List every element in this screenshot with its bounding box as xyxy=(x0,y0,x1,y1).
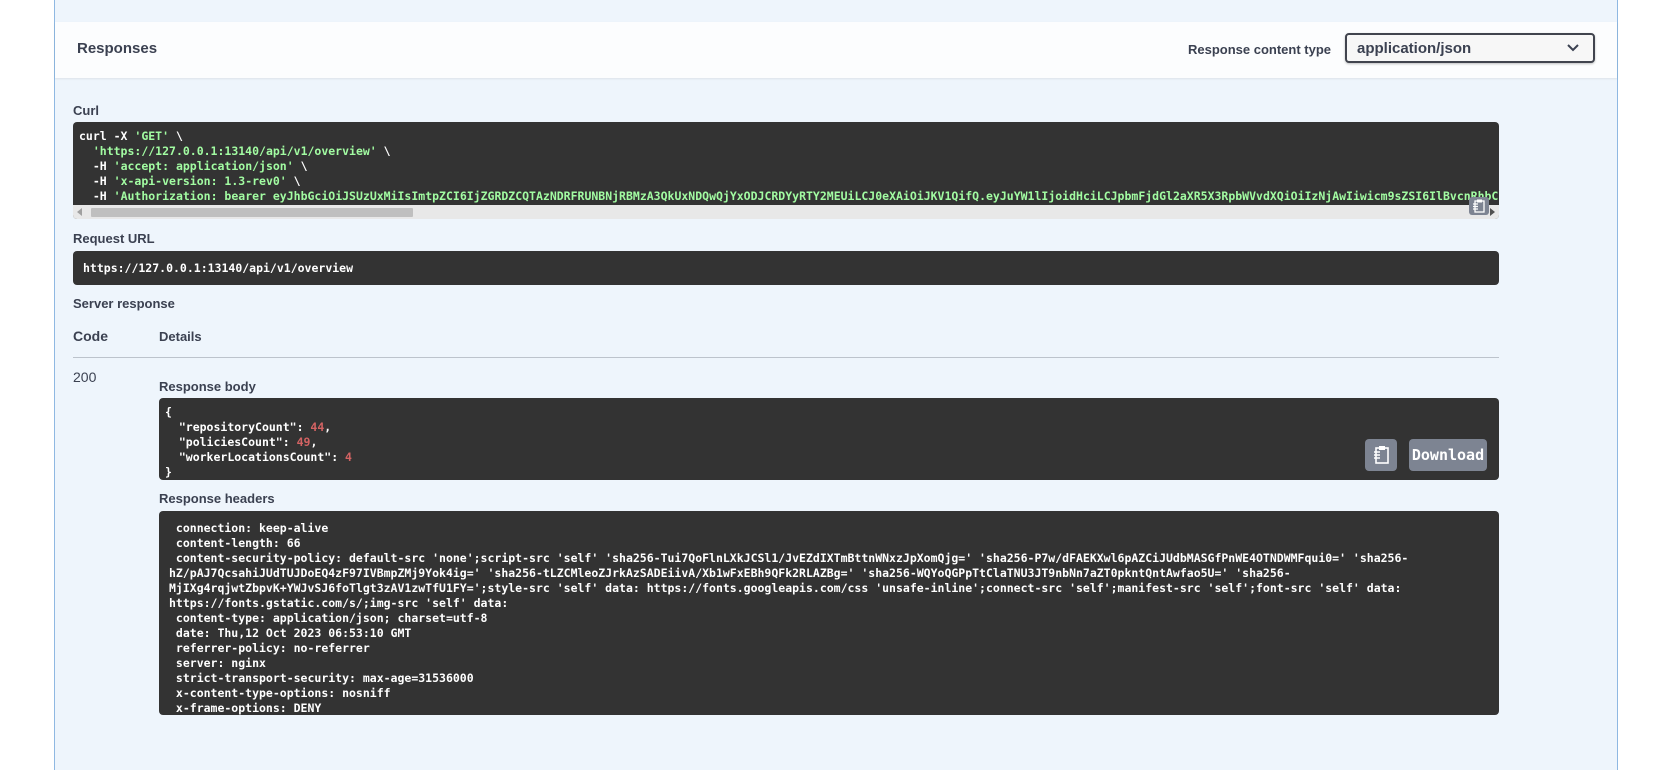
header-line: server: nginx xyxy=(169,656,266,670)
details-column-header: Details xyxy=(159,329,202,344)
header-line: referrer-policy: no-referrer xyxy=(169,641,370,655)
header-line: content-type: application/json; charset=… xyxy=(169,611,488,625)
curl-line-1: curl -X 'GET' \ xyxy=(79,129,183,143)
clipboard-icon xyxy=(1374,446,1389,464)
header-line: date: Thu,12 Oct 2023 06:53:10 GMT xyxy=(169,626,412,640)
download-button[interactable]: Download xyxy=(1409,439,1487,471)
scroll-left-arrow-icon[interactable] xyxy=(77,208,82,216)
request-url-label: Request URL xyxy=(73,231,155,246)
responses-header: Responses Response content type applicat… xyxy=(55,22,1617,78)
json-line-worker-locations-count: "workerLocationsCount": 4 xyxy=(178,450,352,464)
header-line: x-frame-options: DENY xyxy=(169,701,322,715)
curl-line-2: 'https://127.0.0.1:13140/api/v1/overview… xyxy=(92,144,391,158)
request-url-block[interactable]: https://127.0.0.1:13140/api/v1/overview xyxy=(73,251,1499,285)
response-content-type-value: application/json xyxy=(1357,40,1472,57)
header-line: connection: keep-alive xyxy=(169,521,329,535)
response-content-type-label: Response content type xyxy=(1187,42,1331,57)
header-line: hZ/pAJ7QcsahiJUdTUJDoEQ4zF97IVBmpZMj9Yok… xyxy=(169,566,1291,580)
copy-response-button[interactable] xyxy=(1365,439,1397,471)
header-line: MjIXg4rqjwtZbpvK+YWJvSJ6foTlgt3zAV1zwTfU… xyxy=(169,581,1402,595)
server-response-label: Server response xyxy=(73,296,175,311)
curl-line-4: -H 'x-api-version: 1.3-rev0' \ xyxy=(92,174,301,188)
panel-top-strip xyxy=(55,0,1617,22)
curl-label: Curl xyxy=(73,103,99,118)
scrollbar-thumb[interactable] xyxy=(91,208,413,217)
chevron-down-icon xyxy=(1567,44,1579,52)
header-line: strict-transport-security: max-age=31536… xyxy=(169,671,474,685)
response-headers-lines: connection: keep-alive content-length: 6… xyxy=(169,521,1408,715)
copy-curl-button[interactable] xyxy=(1469,197,1489,215)
header-line: content-security-policy: default-src 'no… xyxy=(169,551,1409,565)
curl-line-5: -H 'Authorization: bearer eyJhbGciOiJSUz… xyxy=(92,189,1499,203)
header-line: x-content-type-options: nosniff xyxy=(169,686,391,700)
json-open-brace: { xyxy=(165,405,172,419)
response-headers-label: Response headers xyxy=(159,491,275,506)
curl-code-block[interactable]: curl -X 'GET' \ 'https://127.0.0.1:13140… xyxy=(73,122,1499,219)
scroll-right-arrow-icon[interactable] xyxy=(1490,208,1495,216)
curl-line-3: -H 'accept: application/json' \ xyxy=(92,159,308,173)
code-column-header: Code xyxy=(73,328,108,344)
request-url-value: https://127.0.0.1:13140/api/v1/overview xyxy=(83,261,354,275)
json-line-repository-count: "repositoryCount": 44, xyxy=(178,420,332,434)
response-table-divider xyxy=(73,357,1499,358)
json-line-policies-count: "policiesCount": 49, xyxy=(178,435,318,449)
header-line: https://fonts.gstatic.com/s/;img-src 'se… xyxy=(169,596,509,610)
json-close-brace: } xyxy=(165,465,172,479)
clipboard-icon xyxy=(1473,199,1485,213)
header-line: content-length: 66 xyxy=(169,536,301,550)
response-status-code: 200 xyxy=(73,369,97,385)
response-headers-block[interactable]: connection: keep-alive content-length: 6… xyxy=(159,511,1499,715)
response-body-block[interactable]: { "repositoryCount": 44, "policiesCount"… xyxy=(159,398,1499,480)
response-body-label: Response body xyxy=(159,379,256,394)
response-content-type-select[interactable]: application/json xyxy=(1345,33,1595,63)
operation-panel: Responses Response content type applicat… xyxy=(54,0,1618,770)
responses-title: Responses xyxy=(77,40,158,57)
curl-horizontal-scrollbar[interactable] xyxy=(73,205,1499,219)
